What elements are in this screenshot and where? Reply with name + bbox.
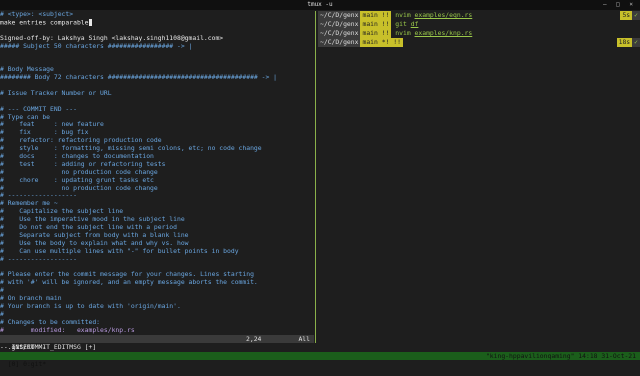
tmux-host-clock: "king-hppavilionqaming" 14:18 31-Oct-21 [485, 352, 636, 360]
terminal-prompt-row: ~/C/D/genx main *! !! 18s ✓ [318, 38, 640, 47]
window-title: tmux -u [307, 1, 333, 8]
editor-line: # Body Message [0, 66, 54, 74]
editor-line: # feat : new feature [0, 121, 104, 129]
prompt-argument: examples/knp.rs [414, 29, 473, 37]
editor-line: # Use the imperative mood in the subject… [0, 216, 185, 224]
editor-line: make entries comparable [0, 18, 314, 27]
prompt-right-badge: 18s ✓ [616, 38, 640, 47]
editor-statusline: .git/COMMIT_EDITMSG [+] 2,24 All [0, 335, 314, 351]
editor-line: # Capitalize the subject line [0, 208, 124, 216]
prompt-directory: ~/C/D/genx [318, 38, 361, 47]
terminal-prompt-row: ~/C/D/genx main !! nvim examples/knp.rs [318, 29, 640, 38]
editor-line: # Do not end the subject line with a per… [0, 224, 177, 232]
editor-line: # Use the body to explain what and why v… [0, 239, 189, 247]
editor-line: # Your branch is up to date with 'origin… [0, 302, 181, 310]
tmux-window-list[interactable]: [0] 0:git* [8, 360, 46, 368]
editor-line: # Type can be [0, 113, 51, 121]
prompt-directory: ~/C/D/genx [318, 11, 361, 20]
prompt-right-badge: 5s ✓ [620, 11, 640, 20]
terminal-prompt-row: ~/C/D/genx main !! git df [318, 20, 640, 29]
editor-line: # <type>: <subject> [0, 11, 74, 18]
editor-line: # Changes to be committed: [0, 318, 101, 326]
editor-line: # docs : changes to documentation [0, 153, 154, 161]
pane-divider[interactable] [315, 11, 316, 343]
editor-line: ######## Body 72 characters ############… [0, 74, 278, 82]
prompt-git-branch: main !! [360, 29, 392, 38]
prompt-git-branch: main !! [360, 20, 392, 29]
window-titlebar: tmux -u – □ × [0, 0, 640, 10]
prompt-command: git [395, 20, 407, 28]
prompt-argument: examples/eqn.rs [414, 11, 473, 19]
command-duration: 5s [620, 11, 633, 20]
editor-line: # chore : updating grunt tasks etc [0, 176, 154, 184]
command-duration: 18s [616, 38, 633, 47]
editor-line: # ------------------ [0, 255, 77, 263]
editor-line: # refactor: refactoring production code [0, 137, 162, 145]
prompt-command: nvim [395, 29, 411, 37]
success-check-icon: ✓ [632, 11, 640, 20]
prompt-git-branch: main !! [360, 11, 392, 20]
editor-line: ##### Subject 50 characters ############… [0, 42, 193, 50]
editor-line: Signed-off-by: Lakshya Singh <lakshay.si… [0, 34, 224, 42]
editor-line: # Separate subject from body with a blan… [0, 231, 189, 239]
editor-line: # [0, 287, 4, 295]
editor-line: # no production code change [0, 168, 158, 176]
prompt-git-branch: main *! !! [360, 38, 403, 47]
success-check-icon: ✓ [632, 38, 640, 47]
editor-pane[interactable]: # <type>: <subject> make entries comparab… [0, 11, 314, 343]
editor-line: # fix : bug fix [0, 129, 89, 137]
editor-line: # Issue Tracker Number or URL [0, 89, 112, 97]
terminal-prompt-row: ~/C/D/genx main !! nvim examples/eqn.rs 5s… [318, 11, 640, 20]
terminal-pane[interactable]: ~/C/D/genx main !! nvim examples/eqn.rs 5s… [318, 11, 640, 343]
editor-line: # Can use multiple lines with "-" for bu… [0, 247, 239, 255]
text-cursor [88, 18, 92, 26]
prompt-argument: df [410, 20, 419, 28]
tmux-statusbar: [0] 0:git* "king-hppavilionqaming" 14:18… [0, 352, 640, 368]
window-controls[interactable]: – □ × [603, 0, 636, 10]
editor-line: # --- COMMIT END --- [0, 105, 77, 113]
prompt-directory: ~/C/D/genx [318, 29, 361, 38]
editor-line: # modified: examples/knp.rs [0, 326, 135, 334]
mode-indicator: -- INSERT -- [0, 343, 47, 351]
prompt-directory: ~/C/D/genx [318, 20, 361, 29]
cursor-position: 2,24 [246, 335, 262, 343]
editor-line: # ------------------ [0, 192, 77, 200]
editor-line: # [0, 310, 4, 318]
editor-line: # no production code change [0, 184, 158, 192]
scroll-indicator: All [298, 335, 310, 343]
editor-line: # On branch main [0, 295, 62, 303]
editor-line: # style : formatting, missing semi colon… [0, 145, 262, 153]
editor-line: # test : adding or refactoring tests [0, 160, 166, 168]
editor-line: # Please enter the commit message for yo… [0, 271, 254, 279]
editor-line: # with '#' will be ignored, and an empty… [0, 279, 258, 287]
prompt-command: nvim [395, 11, 411, 19]
editor-line: # Remember me ~ [0, 200, 58, 208]
